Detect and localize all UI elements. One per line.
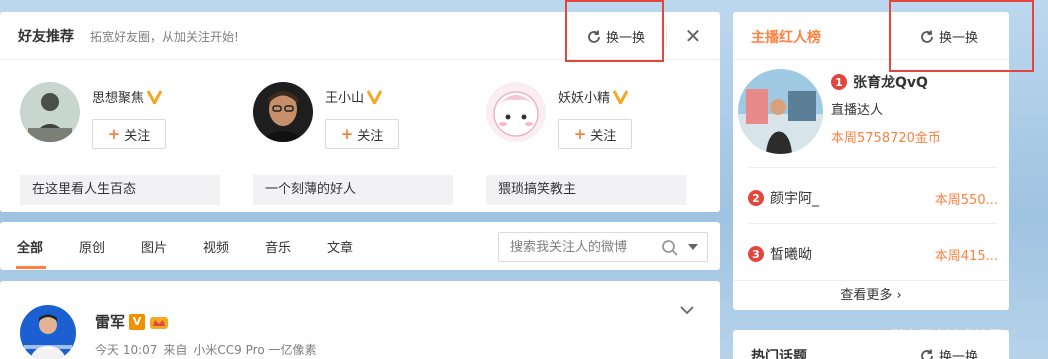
topics-refresh-label: 换一换 xyxy=(939,350,979,359)
rank-row-user: 2 颜宇阿_ xyxy=(748,188,819,208)
rank-top-name-text: 张育龙QvQ xyxy=(853,75,928,91)
avatar[interactable] xyxy=(20,305,76,359)
friend-name-text: 思想聚焦 xyxy=(92,91,145,106)
tab-pictures[interactable]: 图片 xyxy=(141,237,167,256)
vip-badge: V xyxy=(129,313,146,330)
rank-top-role: 直播达人 xyxy=(831,103,884,118)
follow-button[interactable]: + 关注 xyxy=(325,119,399,149)
follow-button[interactable]: + 关注 xyxy=(92,119,166,149)
friend-name-text: 妖妖小精 xyxy=(558,91,611,106)
friend-name[interactable]: 妖妖小精 xyxy=(558,87,629,106)
avatar[interactable] xyxy=(486,82,546,142)
topics-refresh-button[interactable]: 换一换 xyxy=(919,346,978,359)
friend-recommend-title: 好友推荐 xyxy=(18,29,74,45)
crown-icon xyxy=(150,316,169,329)
rank-row-score: 本周415... xyxy=(934,249,998,264)
refresh-icon xyxy=(921,349,933,359)
friend-name[interactable]: 王小山 xyxy=(325,87,383,106)
avatar[interactable] xyxy=(738,69,823,154)
friend-recommend-subtitle: 拓宽好友圈，从加关注开始! xyxy=(90,30,239,44)
watermark: @稀土掘金技术社区 xyxy=(876,329,1002,345)
post-author-name: 雷军 xyxy=(95,313,126,331)
feed-search-box xyxy=(498,232,708,262)
rank-row[interactable]: 3 皙曦呦 本周415... xyxy=(748,223,998,279)
post-time[interactable]: 今天 10:07 xyxy=(95,341,157,358)
tab-all[interactable]: 全部 xyxy=(17,237,43,256)
verified-icon xyxy=(147,89,163,104)
caret-down-icon[interactable] xyxy=(688,244,698,250)
header-divider xyxy=(666,25,667,47)
avatar[interactable] xyxy=(253,82,313,142)
rank-row-name: 皙曦呦 xyxy=(770,247,812,263)
plus-icon: + xyxy=(573,125,587,143)
rank-row[interactable]: 2 颜宇阿_ 本周550... xyxy=(748,167,998,223)
friend-description: 一个刻薄的好人 xyxy=(253,175,453,205)
tab-videos[interactable]: 视频 xyxy=(203,237,229,256)
post-author[interactable]: 雷军 V xyxy=(95,311,169,332)
friend-name[interactable]: 思想聚焦 xyxy=(92,87,163,106)
rank-number-badge: 1 xyxy=(831,74,847,90)
plus-icon: + xyxy=(107,125,121,143)
feed-tabs-bar: 全部 原创 图片 视频 音乐 文章 xyxy=(0,222,720,270)
anchor-rank-card: 主播红人榜 换一换 1 张育龙QvQ 直播达人 本周5758720金币 2 颜宇… xyxy=(733,0,1034,310)
friend-recommend-card: 好友推荐 拓宽好友圈，从加关注开始! 换一换 ✕ 思想聚焦 + 关注 在这里看人… xyxy=(0,0,720,212)
follow-label: 关注 xyxy=(124,128,151,144)
feed-search-input[interactable] xyxy=(500,234,650,260)
plus-icon: + xyxy=(340,125,354,143)
view-more-link[interactable]: 查看更多 › xyxy=(733,280,1009,310)
rank-row-score: 本周550... xyxy=(934,193,998,208)
avatar[interactable] xyxy=(20,82,80,142)
close-icon[interactable]: ✕ xyxy=(683,24,703,48)
rank-row-user: 3 皙曦呦 xyxy=(748,244,812,264)
feed-post-card: 雷军 V 今天 10:07 来自 小米CC9 Pro 一亿像素 xyxy=(0,281,720,359)
follow-label: 关注 xyxy=(357,128,384,144)
search-icon[interactable] xyxy=(661,239,679,257)
rank-row-name: 颜宇阿_ xyxy=(770,191,819,207)
active-tab-underline xyxy=(16,266,46,269)
post-source[interactable]: 小米CC9 Pro 一亿像素 xyxy=(193,341,316,358)
rank-number-badge: 3 xyxy=(748,246,764,262)
follow-label: 关注 xyxy=(590,128,617,144)
rank-number-badge: 2 xyxy=(748,190,764,206)
hot-topics-title: 热门话题 xyxy=(751,349,807,359)
rank-top-item[interactable]: 1 张育龙QvQ 直播达人 本周5758720金币 xyxy=(733,67,1009,162)
rank-top-coins: 本周5758720金币 xyxy=(831,131,941,146)
post-meta: 今天 10:07 来自 小米CC9 Pro 一亿像素 xyxy=(95,341,316,358)
anchor-rank-title: 主播红人榜 xyxy=(751,30,821,46)
verified-icon xyxy=(367,89,383,104)
friend-name-text: 王小山 xyxy=(325,91,365,106)
rank-top-name: 1 张育龙QvQ xyxy=(831,72,928,92)
tab-articles[interactable]: 文章 xyxy=(327,237,353,256)
friend-card-item: 王小山 + 关注 一个刻薄的好人 xyxy=(233,82,453,206)
friend-description: 猥琐搞笑教主 xyxy=(486,175,686,205)
tab-music[interactable]: 音乐 xyxy=(265,237,291,256)
tab-original[interactable]: 原创 xyxy=(79,237,105,256)
highlight-box xyxy=(889,0,1034,72)
chevron-down-icon[interactable] xyxy=(680,303,694,317)
friend-card-item: 妖妖小精 + 关注 猥琐搞笑教主 xyxy=(466,82,686,206)
verified-icon xyxy=(613,89,629,104)
highlight-box xyxy=(565,0,664,62)
follow-button[interactable]: + 关注 xyxy=(558,119,632,149)
friend-card-item: 思想聚焦 + 关注 在这里看人生百态 xyxy=(0,82,220,206)
friend-description: 在这里看人生百态 xyxy=(20,175,220,205)
post-source-prefix: 来自 xyxy=(163,343,188,357)
